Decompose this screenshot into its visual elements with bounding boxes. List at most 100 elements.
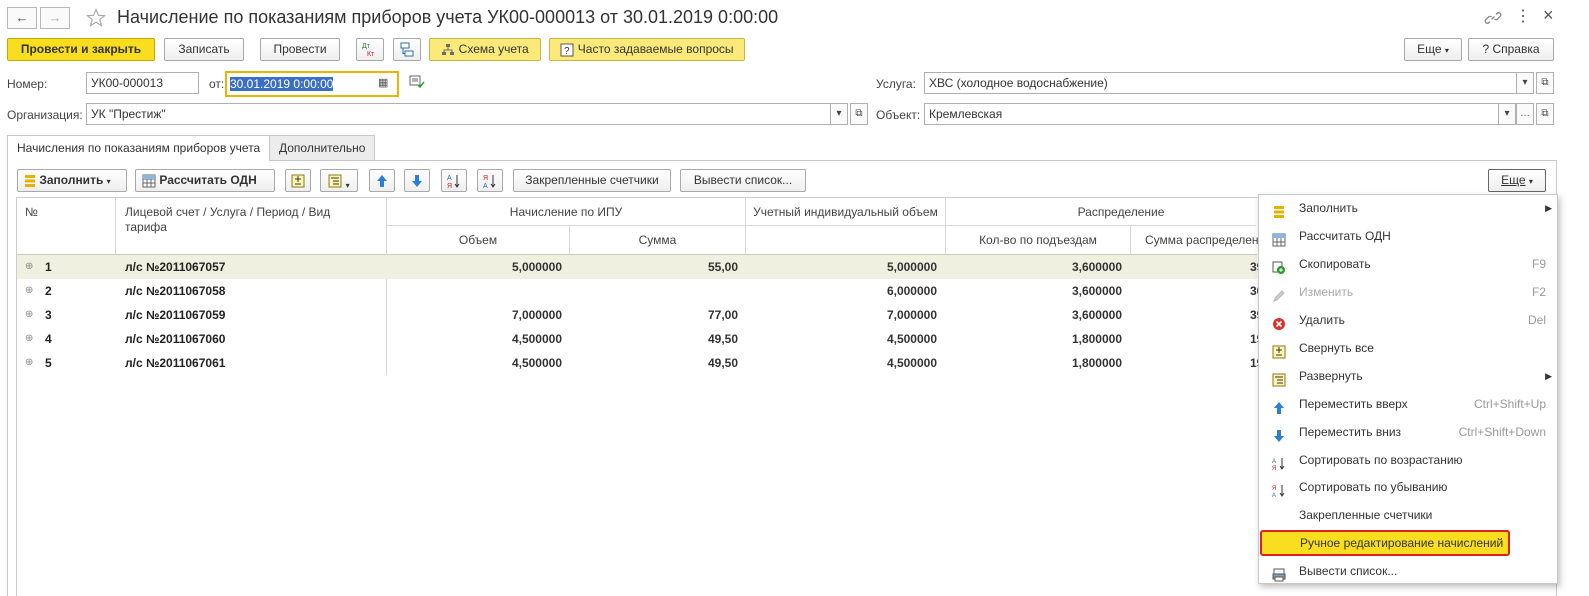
move-down-button[interactable] bbox=[404, 169, 430, 192]
row-dist-sum: 19 bbox=[1250, 356, 1264, 370]
more-button[interactable]: Еще ▾ bbox=[1404, 38, 1462, 61]
svg-text:Кт: Кт bbox=[367, 51, 375, 58]
menu-item-collapse-all[interactable]: Свернуть все bbox=[1258, 334, 1558, 362]
menu-item-sort-desc[interactable]: Я А Сортировать по убыванию bbox=[1258, 473, 1558, 501]
link-icon[interactable] bbox=[1484, 9, 1502, 27]
menu-item-label: Развернуть bbox=[1299, 369, 1363, 383]
post-and-close-button[interactable]: Провести и закрыть bbox=[7, 38, 155, 61]
menu-item-calc-odn[interactable]: Рассчитать ОДН bbox=[1258, 222, 1558, 250]
move-up-button[interactable] bbox=[369, 169, 395, 192]
org-open-button[interactable]: ⧉ bbox=[850, 103, 868, 125]
back-button[interactable]: ← bbox=[7, 7, 37, 29]
help-button[interactable]: ? Справка bbox=[1468, 38, 1554, 61]
menu-item-label: Сортировать по убыванию bbox=[1299, 480, 1448, 494]
table-more-button[interactable]: Еще ▾ bbox=[1488, 169, 1546, 192]
org-dropdown-button[interactable]: ▾ bbox=[830, 103, 848, 125]
expand-row-icon[interactable]: ⊕ bbox=[25, 327, 37, 351]
row-sum bbox=[570, 279, 738, 303]
menu-item-shortcut: Ctrl+Shift+Up bbox=[1473, 397, 1546, 411]
fill-button[interactable]: Заполнить ▾ bbox=[17, 169, 127, 192]
tab-accruals[interactable]: Начисления по показаниям приборов учета bbox=[7, 135, 271, 161]
calc-odn-button[interactable]: Рассчитать ОДН bbox=[135, 169, 275, 192]
svg-text:А: А bbox=[1272, 493, 1276, 498]
collapse-all-button[interactable] bbox=[285, 169, 311, 192]
structure-button[interactable] bbox=[393, 38, 421, 61]
sort-desc-button[interactable]: ЯА bbox=[477, 169, 503, 192]
menu-item-delete[interactable]: Удалить Del bbox=[1258, 306, 1558, 334]
expand-row-icon[interactable]: ⊕ bbox=[25, 279, 37, 303]
col-header-sum[interactable]: Сумма bbox=[570, 233, 745, 247]
sort-asc-button[interactable]: АЯ bbox=[441, 169, 467, 192]
export-list-button[interactable]: Вывести список... bbox=[680, 169, 806, 192]
pinned-meters-button[interactable]: Закрепленные счетчики bbox=[513, 169, 671, 192]
row-number: 5 bbox=[45, 356, 52, 370]
menu-item-sort-asc[interactable]: А Я Сортировать по возрастанию bbox=[1258, 446, 1558, 474]
menu-item-fill[interactable]: Заполнить ▶ bbox=[1258, 194, 1558, 222]
menu-item-label: Вывести список... bbox=[1299, 564, 1398, 578]
calendar-icon[interactable]: ▦ bbox=[378, 76, 388, 89]
expand-row-icon[interactable]: ⊕ bbox=[25, 303, 37, 327]
star-icon[interactable] bbox=[86, 8, 106, 28]
col-header-num[interactable]: № bbox=[25, 205, 38, 219]
kebab-menu-icon[interactable]: ⋮ bbox=[1515, 6, 1531, 26]
chevron-down-icon: ▾ bbox=[1528, 177, 1533, 186]
menu-item-expand[interactable]: Развернуть ▶ bbox=[1258, 362, 1558, 390]
row-individual: 7,000000 bbox=[886, 308, 937, 322]
sort-desc-icon: ЯА bbox=[1272, 480, 1286, 499]
table-row[interactable]: ⊕ 5 л/с №2011067061 4,500000 49,50 4,500000 1,… bbox=[17, 351, 1264, 375]
arrow-left-icon: ← bbox=[15, 10, 29, 25]
note-icon[interactable] bbox=[409, 75, 425, 89]
service-open-button[interactable]: ⧉ bbox=[1536, 72, 1554, 94]
row-individual: 4,500000 bbox=[886, 332, 937, 346]
row-volume: 4,500000 bbox=[511, 356, 562, 370]
service-label: Услуга: bbox=[876, 77, 916, 91]
col-header-account[interactable]: Лицевой счет / Услуга / Период / Вид тар… bbox=[125, 205, 375, 235]
expand-button[interactable]: ▾ bbox=[320, 169, 358, 192]
menu-item-shortcut: F2 bbox=[1531, 285, 1546, 299]
scheme-button[interactable]: Схема учета bbox=[429, 38, 541, 61]
expand-row-icon[interactable]: ⊕ bbox=[25, 255, 37, 279]
service-dropdown-button[interactable]: ▾ bbox=[1516, 72, 1534, 94]
svg-text:Я: Я bbox=[1272, 466, 1276, 471]
expand-row-icon[interactable]: ⊕ bbox=[25, 351, 37, 375]
menu-item-export-list[interactable]: Вывести список... bbox=[1258, 557, 1558, 585]
col-header-volume[interactable]: Объем bbox=[387, 233, 569, 247]
col-header-individual[interactable]: Учетный индивидуальный объем bbox=[746, 205, 945, 219]
close-icon[interactable]: × bbox=[1543, 5, 1554, 26]
col-header-entrances[interactable]: Кол-во по подъездам bbox=[946, 233, 1130, 247]
object-field[interactable]: Кремлевская bbox=[924, 103, 1516, 125]
faq-button[interactable]: ? Часто задаваемые вопросы bbox=[549, 38, 745, 61]
arrow-right-icon: → bbox=[48, 10, 62, 25]
table-row[interactable]: ⊕ 3 л/с №2011067059 7,000000 77,00 7,000000 3,… bbox=[17, 303, 1263, 327]
object-select-button[interactable]: … bbox=[1516, 103, 1534, 125]
date-field[interactable]: 30.01.2019 0:00:00 bbox=[225, 71, 399, 97]
col-header-dist-sum[interactable]: Сумма распределен bbox=[1145, 233, 1259, 247]
menu-item-label: Переместить вверх bbox=[1299, 397, 1408, 411]
sort-asc-icon: АЯ bbox=[1272, 453, 1286, 472]
row-entrances: 3,600000 bbox=[1071, 308, 1122, 322]
menu-item-move-down[interactable]: Переместить вниз Ctrl+Shift+Down bbox=[1258, 418, 1558, 446]
expand-icon bbox=[1272, 369, 1286, 387]
tab-additional[interactable]: Дополнительно bbox=[269, 135, 376, 160]
row-volume bbox=[387, 279, 562, 303]
col-header-distribution[interactable]: Распределение bbox=[946, 205, 1296, 219]
post-button[interactable]: Провести bbox=[260, 38, 340, 61]
table-row[interactable]: ⊕ 4 л/с №2011067060 4,500000 49,50 4,500000 1,… bbox=[17, 327, 1263, 351]
menu-item-copy[interactable]: Скопировать F9 bbox=[1258, 250, 1558, 278]
org-field[interactable]: УК "Престиж" bbox=[86, 103, 848, 125]
row-number: 1 bbox=[45, 260, 52, 274]
menu-item-move-up[interactable]: Переместить вверх Ctrl+Shift+Up bbox=[1258, 390, 1558, 418]
col-header-ipu[interactable]: Начисление по ИПУ bbox=[387, 205, 745, 219]
menu-item-pinned-meters[interactable]: Закрепленные счетчики bbox=[1258, 501, 1558, 529]
save-button[interactable]: Записать bbox=[164, 38, 244, 61]
row-account: л/с №2011067061 bbox=[125, 356, 226, 370]
number-field[interactable]: УК00-000013 bbox=[86, 72, 199, 94]
object-dropdown-button[interactable]: ▾ bbox=[1498, 103, 1516, 125]
service-field[interactable]: ХВС (холодное водоснабжение) bbox=[924, 72, 1534, 94]
dt-kt-button[interactable]: Дт Кт bbox=[356, 38, 384, 61]
object-open-button[interactable]: ⧉ bbox=[1536, 103, 1554, 125]
forward-button[interactable]: → bbox=[40, 7, 70, 29]
menu-item-manual-edit[interactable]: Ручное редактирование начислений bbox=[1259, 529, 1556, 557]
table-row[interactable]: ⊕ 2 л/с №2011067058 6,000000 3,600000 30 bbox=[17, 279, 1263, 303]
table-row[interactable]: ⊕ 1 л/с №2011067057 5,000000 55,00 5,000000 3,… bbox=[17, 255, 1263, 279]
